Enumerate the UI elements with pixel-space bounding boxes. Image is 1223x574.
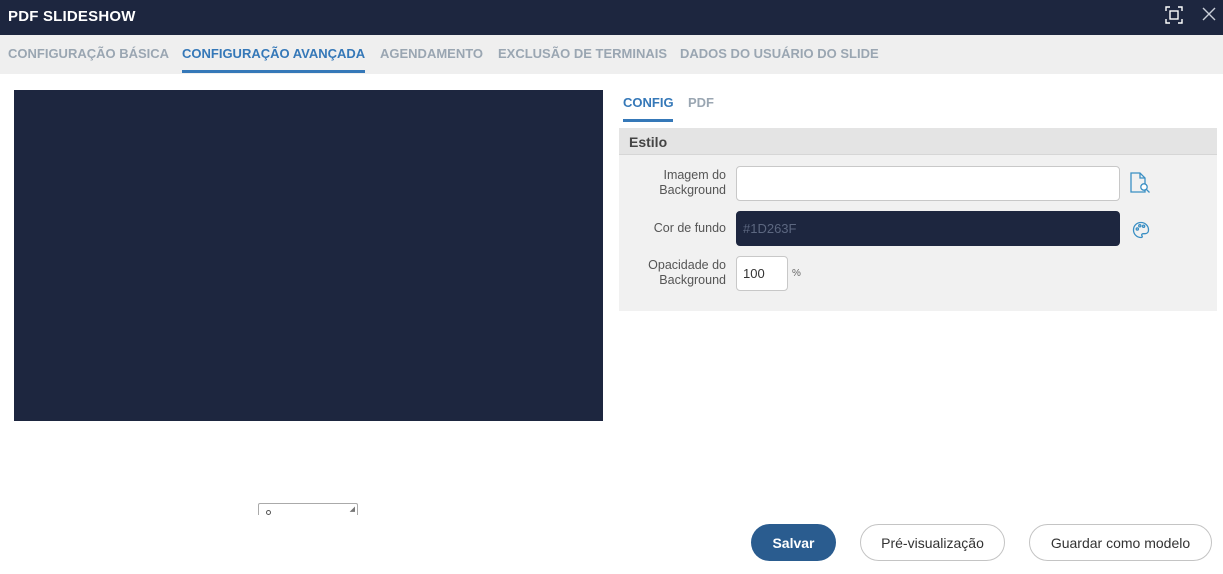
background-opacity-label: Opacidade do Background [648,258,726,287]
background-color-input[interactable] [736,211,1120,246]
tab-configuracao-avancada[interactable]: CONFIGURAÇÃO AVANÇADA [182,46,365,61]
window-title: PDF SLIDESHOW [8,8,136,25]
tab-bar: CONFIGURAÇÃO BÁSICA CONFIGURAÇÃO AVANÇAD… [0,35,1223,74]
title-bar: PDF SLIDESHOW [0,0,1223,35]
palette-icon[interactable] [1131,220,1151,245]
preview-button[interactable]: Pré-visualização [860,524,1005,561]
maximize-icon[interactable] [1164,5,1184,25]
tab-agendamento[interactable]: AGENDAMENTO [380,46,483,61]
file-search-icon[interactable] [1128,171,1152,200]
tab-exclusao-de-terminais[interactable]: EXCLUSÃO DE TERMINAIS [498,46,667,61]
percent-unit: % [792,268,801,279]
save-button[interactable]: Salvar [751,524,836,561]
background-color-label: Cor de fundo [653,221,726,235]
active-tab-indicator [182,70,365,73]
section-title: Estilo [629,134,668,150]
resize-grip-icon: ◢ [349,506,355,513]
select-option-icon [266,510,271,515]
save-as-template-button[interactable]: Guardar como modelo [1029,524,1212,561]
subtab-pdf[interactable]: PDF [688,95,714,110]
slide-preview [14,90,603,421]
tab-dados-do-usuario[interactable]: DADOS DO USUÁRIO DO SLIDE [680,46,879,61]
subtab-config[interactable]: CONFIG [623,95,674,110]
section-header: Estilo [619,128,1217,155]
background-image-label: Imagem do Background [659,168,726,197]
background-image-input[interactable] [736,166,1120,201]
tab-configuracao-basica[interactable]: CONFIGURAÇÃO BÁSICA [8,46,169,61]
zoom-select[interactable]: ◢ [258,503,358,515]
active-subtab-indicator [623,119,673,122]
background-opacity-input[interactable] [736,256,788,291]
close-icon[interactable] [1199,4,1219,24]
